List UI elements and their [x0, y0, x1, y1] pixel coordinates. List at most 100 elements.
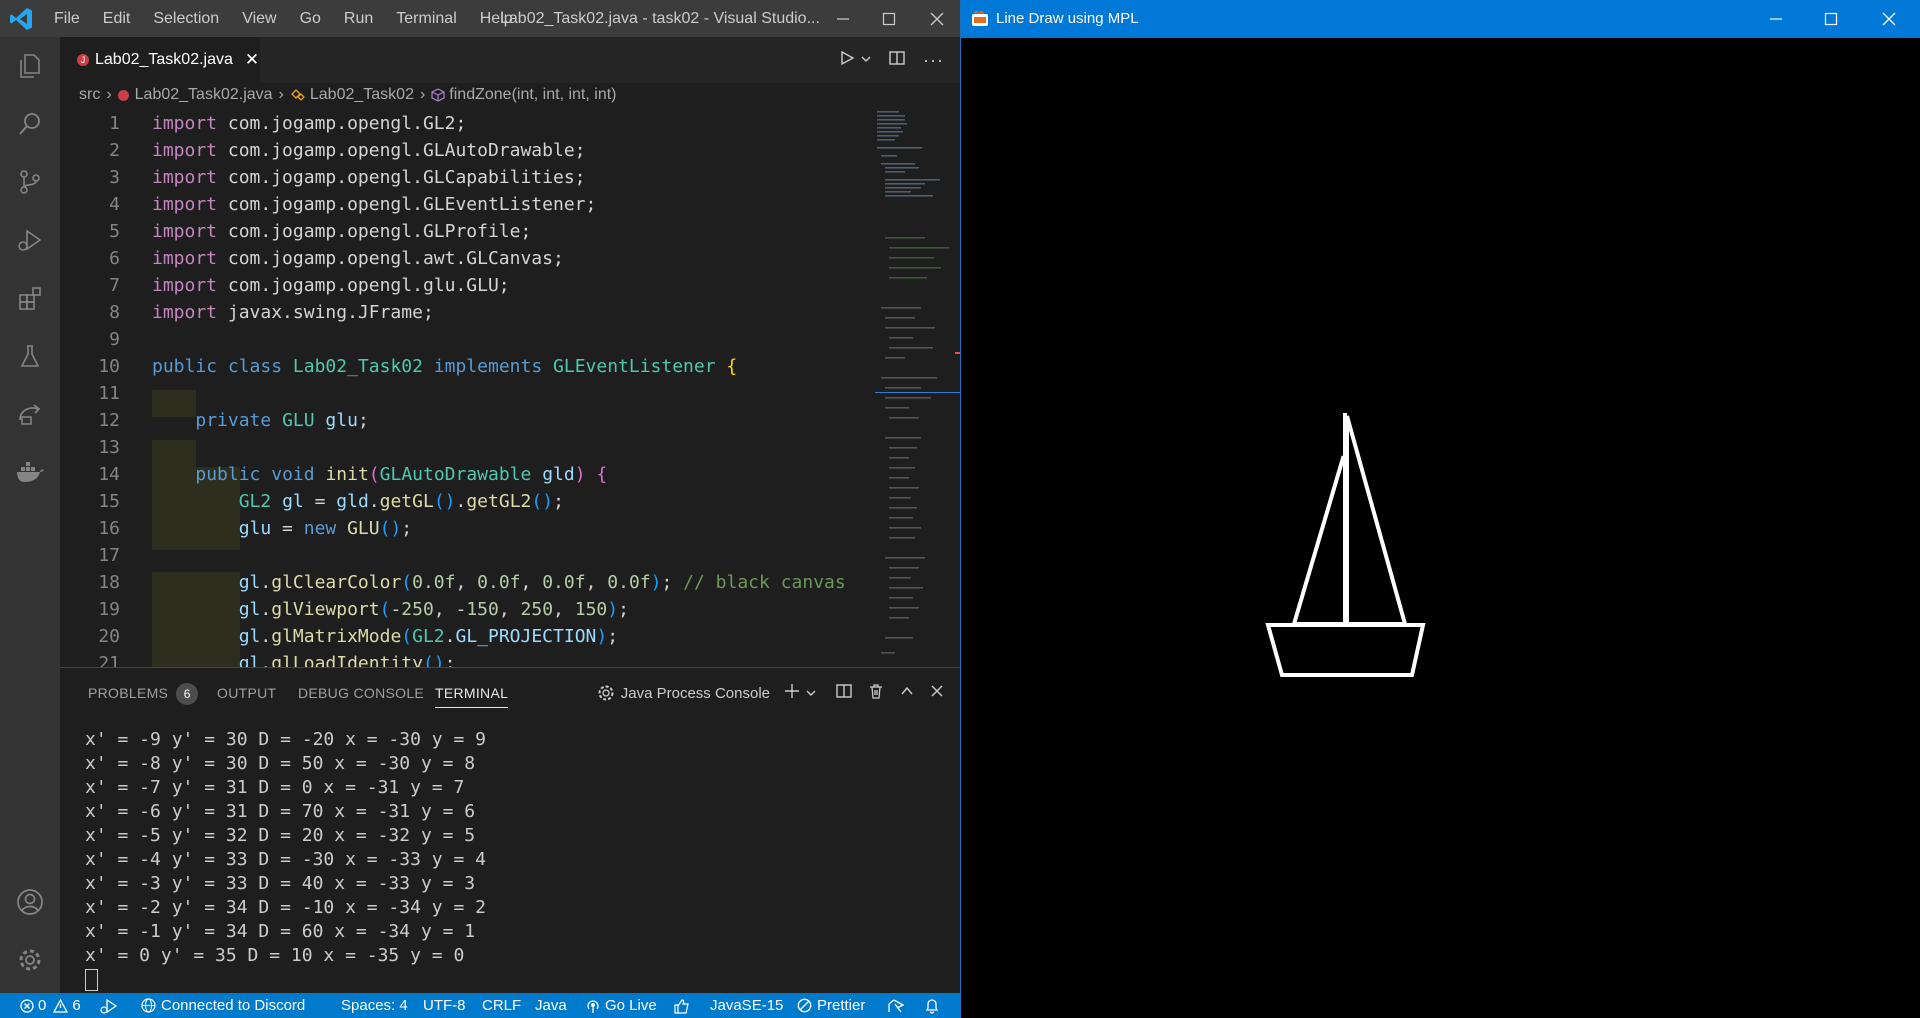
code-editor[interactable]: 1 import com.jogamp.opengl.GL2; 2 import c…: [60, 107, 960, 667]
code-text: javax.swing.JFrame;: [227, 302, 434, 323]
eol-status[interactable]: CRLF: [482, 993, 521, 1018]
bell-icon: [925, 998, 939, 1014]
indentation-status[interactable]: Spaces: 4: [341, 993, 408, 1018]
more-actions-button[interactable]: ···: [923, 50, 944, 71]
bottom-panel: PROBLEMS 6 OUTPUT DEBUG CONSOLE TERMINAL …: [60, 667, 960, 994]
notifications-button[interactable]: [924, 993, 940, 1018]
problems-status[interactable]: 0 6: [20, 993, 81, 1018]
terminal-line: x' = -2 y' = 34 D = -10 x = -34 y = 2: [85, 897, 486, 918]
editor-tab-bar: J Lab02_Task02.java ✕ ···: [60, 37, 960, 83]
flask-icon: [20, 345, 40, 367]
new-terminal-button[interactable]: [784, 683, 800, 703]
source-control-button[interactable]: [0, 153, 60, 211]
tab-output[interactable]: OUTPUT: [217, 668, 276, 718]
code-line: 14 public void init(GLAutoDrawable gld) …: [60, 461, 860, 488]
minimap[interactable]: [875, 107, 960, 667]
language-status[interactable]: Java: [535, 993, 567, 1018]
terminal-dropdown-button[interactable]: [806, 685, 816, 702]
keyword: import: [152, 167, 218, 188]
terminal-output[interactable]: x' = -9 y' = 30 D = -20 x = -30 y = 9 x'…: [85, 728, 486, 992]
breadcrumb-class[interactable]: Lab02_Task02: [310, 86, 414, 104]
manage-button[interactable]: [0, 931, 60, 989]
close-icon: [1882, 12, 1896, 26]
split-editor-button[interactable]: [889, 50, 905, 71]
run-status-button[interactable]: [100, 993, 118, 1018]
debug-run-icon: [100, 998, 118, 1014]
discord-status[interactable]: Connected to Discord: [141, 993, 305, 1018]
split-terminal-button[interactable]: [836, 683, 852, 703]
tab-output-label: OUTPUT: [217, 685, 277, 701]
status-bar: 0 6 Connected to Discord Spaces: 4 UTF-8…: [0, 993, 960, 1018]
minimize-button[interactable]: [820, 0, 866, 37]
code-line: 12 private GLU glu;: [60, 407, 860, 434]
explorer-button[interactable]: [0, 37, 60, 95]
go-live-button[interactable]: Go Live: [585, 993, 657, 1018]
search-icon: [19, 113, 40, 135]
accounts-button[interactable]: [0, 873, 60, 931]
run-dropdown-button[interactable]: [861, 51, 871, 69]
terminal-line: x' = 0 y' = 35 D = 10 x = -35 y = 0: [85, 945, 465, 966]
menu-run[interactable]: Run: [344, 10, 373, 28]
tab-problems-label: PROBLEMS: [88, 685, 169, 701]
code-text: com.jogamp.opengl.GLProfile;: [227, 221, 532, 242]
remote-explorer-icon: [19, 404, 41, 425]
code-line: 11: [60, 380, 860, 407]
panel-tabs: PROBLEMS 6 OUTPUT DEBUG CONSOLE TERMINAL …: [60, 668, 960, 718]
line-number: 11: [98, 383, 120, 404]
breadcrumb-folder[interactable]: src: [79, 86, 100, 104]
kill-terminal-button[interactable]: [868, 683, 884, 703]
extensions-button[interactable]: [0, 269, 60, 327]
tab-lab02-task02[interactable]: J Lab02_Task02.java ✕: [60, 37, 260, 83]
maximize-button[interactable]: [866, 0, 912, 37]
code-line: 20 gl.glMatrixMode(GL2.GL_PROJECTION);: [60, 623, 860, 650]
keyword: import: [152, 248, 218, 269]
menu-view[interactable]: View: [242, 10, 276, 28]
close-window-button[interactable]: [914, 0, 960, 37]
line-number: 19: [98, 599, 120, 620]
plus-icon: [785, 684, 799, 698]
close-panel-button[interactable]: [930, 684, 944, 702]
testing-button[interactable]: [0, 327, 60, 385]
feedback-button[interactable]: [673, 993, 690, 1018]
close-icon: [931, 685, 943, 697]
menu-terminal[interactable]: Terminal: [396, 10, 456, 28]
tab-close-icon[interactable]: ✕: [245, 50, 259, 70]
maximize-panel-button[interactable]: [900, 684, 914, 702]
run-button[interactable]: [839, 50, 855, 71]
globe-icon: [141, 998, 156, 1013]
tab-terminal[interactable]: TERMINAL: [435, 668, 509, 718]
menu-go[interactable]: Go: [300, 10, 321, 28]
search-button[interactable]: [0, 95, 60, 153]
opengl-canvas[interactable]: [961, 38, 1920, 1018]
chevron-down-icon: [806, 690, 816, 696]
go-live-label: Go Live: [605, 997, 657, 1014]
terminal-selector[interactable]: Java Process Console: [621, 685, 770, 702]
editor-actions: ···: [839, 37, 960, 83]
prettier-status[interactable]: Prettier: [797, 993, 865, 1018]
docker-button[interactable]: [0, 443, 60, 501]
close-icon: [930, 12, 944, 25]
live-share-button[interactable]: [887, 993, 904, 1018]
remote-explorer-button[interactable]: [0, 385, 60, 443]
menu-file[interactable]: File: [54, 10, 80, 28]
java-version-status[interactable]: JavaSE-15: [710, 993, 783, 1018]
java-minimize-button[interactable]: [1748, 0, 1804, 38]
class-icon: [290, 89, 305, 101]
terminal-line: x' = -5 y' = 32 D = 20 x = -32 y = 5: [85, 825, 476, 846]
menu-edit[interactable]: Edit: [103, 10, 131, 28]
vscode-logo-icon: [10, 8, 32, 30]
code-line: 5 import com.jogamp.opengl.GLProfile;: [60, 218, 860, 245]
line-number: 8: [109, 302, 120, 323]
java-close-button[interactable]: [1861, 0, 1917, 38]
svg-text:J: J: [81, 55, 86, 65]
breadcrumb-method[interactable]: findZone(int, int, int, int): [449, 86, 616, 104]
breadcrumb-file[interactable]: Lab02_Task02.java: [135, 86, 273, 104]
vscode-window: File Edit Selection View Go Run Terminal…: [0, 0, 960, 1018]
run-debug-button[interactable]: [0, 211, 60, 269]
java-maximize-button[interactable]: [1803, 0, 1859, 38]
code-line: 17: [60, 542, 860, 569]
tab-problems[interactable]: PROBLEMS 6: [88, 668, 199, 718]
menu-selection[interactable]: Selection: [153, 10, 219, 28]
tab-debug-console[interactable]: DEBUG CONSOLE: [298, 668, 424, 718]
encoding-status[interactable]: UTF-8: [423, 993, 466, 1018]
